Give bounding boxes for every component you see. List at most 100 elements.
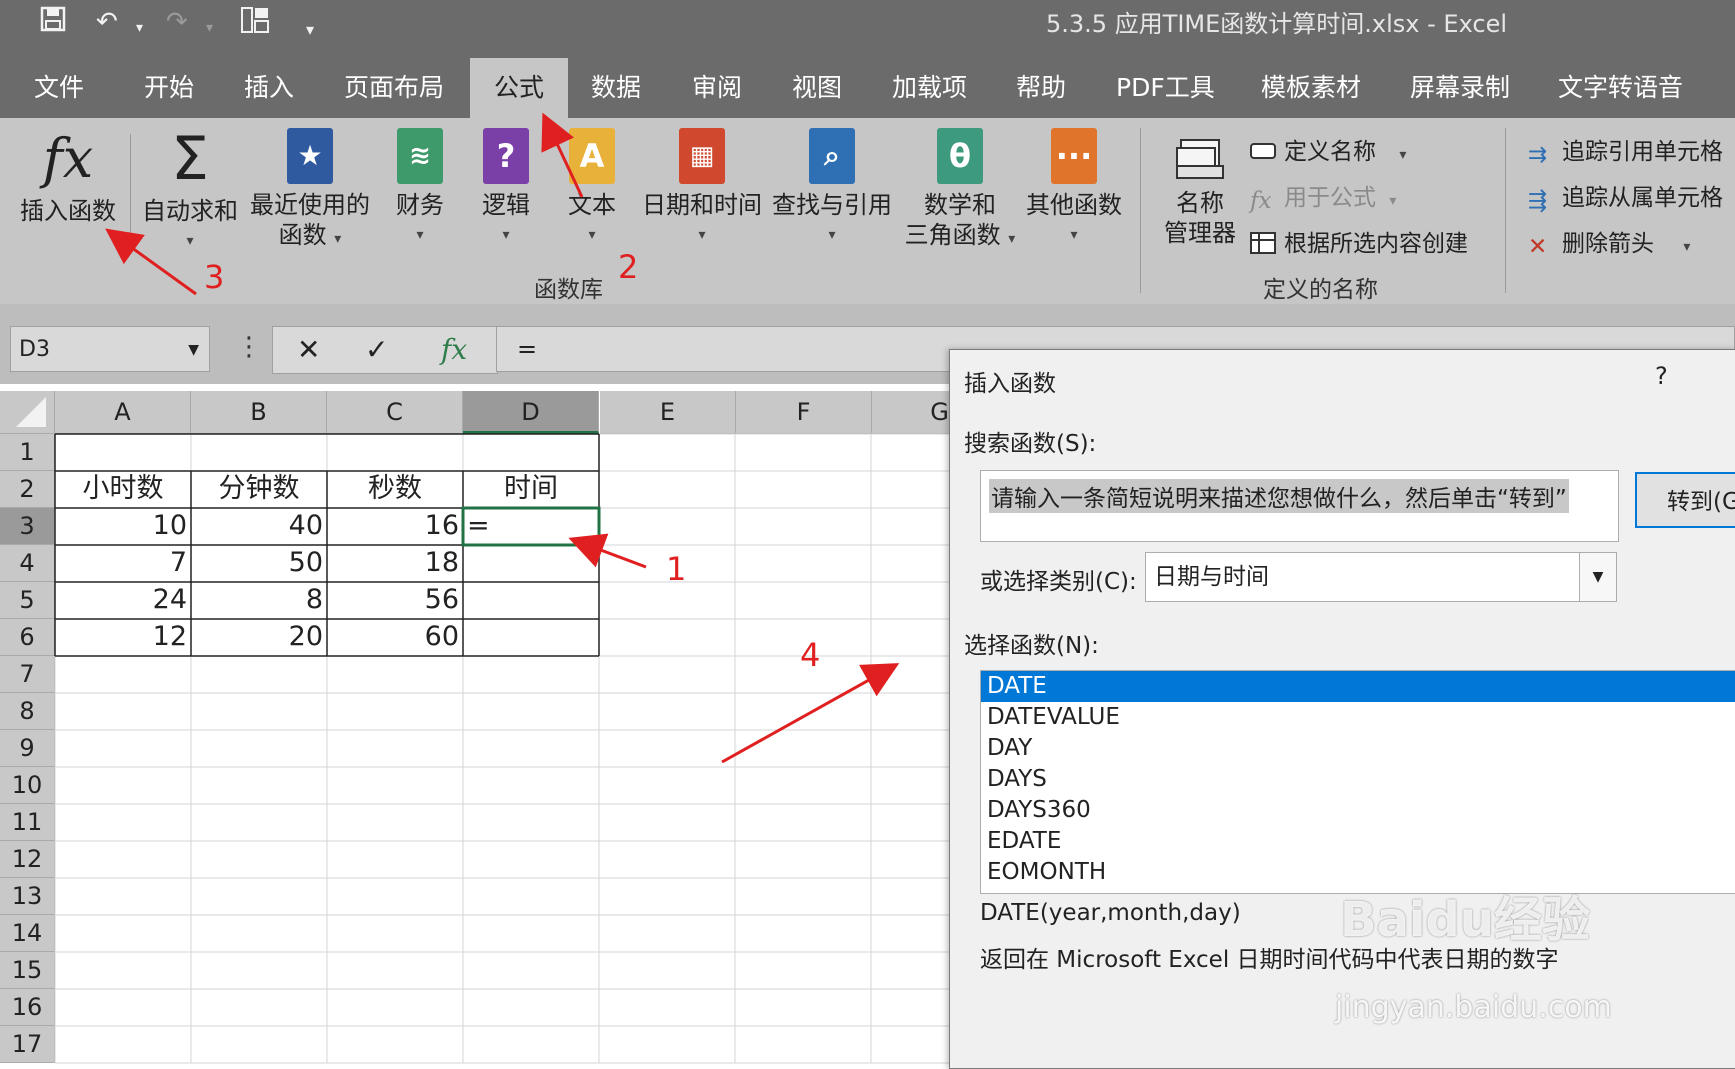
help-button[interactable]: ? — [1655, 362, 1668, 390]
calendar-book-icon: ▦ — [679, 128, 725, 184]
autosum-label: 自动求和 — [142, 197, 238, 225]
tab-help[interactable]: 帮助 — [1016, 68, 1066, 118]
more-functions-button[interactable]: ··· 其他函数 ▾ — [1024, 128, 1124, 250]
header-cell[interactable]: 时间 — [463, 471, 599, 508]
function-list-item[interactable]: DAYS360 — [981, 795, 1735, 826]
chevron-down-icon: ▾ — [828, 227, 836, 243]
active-cell-d3[interactable]: = — [463, 508, 599, 545]
layout-icon[interactable] — [240, 6, 270, 42]
table-cell[interactable]: 7 — [55, 545, 191, 582]
remove-arrows-button[interactable]: ✕ 删除箭头 ▾ — [1528, 224, 1691, 260]
function-list-item[interactable]: DATE — [981, 671, 1735, 702]
name-manager-button[interactable]: 名称 管理器 — [1160, 136, 1240, 248]
table-cell[interactable]: 10 — [55, 508, 191, 545]
other-label: 其他函数 — [1026, 191, 1122, 219]
function-list-item[interactable]: DAY — [981, 733, 1735, 764]
cancel-icon[interactable]: ✕ — [297, 333, 320, 366]
chevron-down-icon[interactable]: ▼ — [188, 327, 199, 373]
more-options-icon[interactable]: ⋮ — [236, 332, 262, 362]
tab-view[interactable]: 视图 — [792, 68, 842, 118]
math-trig-button[interactable]: θ 数学和 三角函数 ▾ — [900, 128, 1020, 254]
tab-home[interactable]: 开始 — [144, 68, 194, 118]
header-cell[interactable]: 分钟数 — [191, 471, 327, 508]
table-cell[interactable]: 8 — [191, 582, 327, 619]
tab-templates[interactable]: 模板素材 — [1261, 68, 1361, 118]
fx-icon: fx — [42, 127, 94, 190]
redo-dropdown-icon[interactable]: ▾ — [206, 12, 213, 44]
logical-label: 逻辑 — [482, 191, 530, 219]
function-list-item[interactable]: EDATE — [981, 826, 1735, 857]
customize-toolbar-icon[interactable]: ▾ — [306, 14, 314, 46]
formula-buttons: ✕ ✓ fx — [272, 326, 498, 374]
tab-data[interactable]: 数据 — [591, 68, 641, 118]
category-label: 或选择类别(C): — [980, 569, 1137, 595]
category-select[interactable]: 日期与时间 ▼ — [1145, 552, 1617, 602]
tab-pdf-tools[interactable]: PDF工具 — [1116, 68, 1215, 118]
table-cell[interactable]: 56 — [327, 582, 463, 619]
table-cell[interactable]: 50 — [191, 545, 327, 582]
undo-dropdown-icon[interactable]: ▾ — [136, 12, 143, 44]
star-book-icon: ★ — [287, 128, 333, 184]
table-cell[interactable]: 40 — [191, 508, 327, 545]
header-cell[interactable]: 小时数 — [55, 471, 191, 508]
tab-text-to-speech[interactable]: 文字转语音 — [1558, 68, 1683, 118]
recent-label-1: 最近使用的 — [250, 191, 370, 219]
goto-button[interactable]: 转到(G — [1635, 472, 1735, 528]
table-cell[interactable]: 12 — [55, 619, 191, 656]
tab-addins[interactable]: 加载项 — [892, 68, 967, 118]
redo-icon[interactable]: ↷ — [166, 6, 188, 38]
lookup-button[interactable]: ⌕ 查找与引用 ▾ — [770, 128, 894, 250]
tab-formulas[interactable]: 公式 — [470, 58, 569, 118]
use-in-formula-button[interactable]: fx 用于公式 ▾ — [1250, 178, 1396, 214]
table-cell[interactable] — [463, 545, 599, 582]
chevron-down-icon: ▾ — [1683, 239, 1691, 255]
search-function-input[interactable]: 请输入一条简短说明来描述您想做什么，然后单击“转到” — [980, 470, 1619, 542]
financial-button[interactable]: ≋ 财务 ▾ — [388, 128, 452, 250]
defined-names-label: 定义的名称 — [1263, 277, 1378, 303]
table-cell[interactable]: 24 — [55, 582, 191, 619]
table-cell[interactable] — [463, 619, 599, 656]
tab-review[interactable]: 审阅 — [692, 68, 742, 118]
table-cell[interactable] — [463, 582, 599, 619]
table-cell[interactable]: 16 — [327, 508, 463, 545]
enter-check-icon[interactable]: ✓ — [365, 333, 388, 366]
function-list-item[interactable]: DAYS — [981, 764, 1735, 795]
table-cell[interactable]: 18 — [327, 545, 463, 582]
tab-file[interactable]: 文件 — [34, 68, 84, 118]
tab-screen-record[interactable]: 屏幕录制 — [1410, 68, 1510, 118]
autosum-button[interactable]: Σ 自动求和 ▾ — [142, 128, 238, 256]
theta-book-icon: θ — [937, 128, 983, 184]
tab-page-layout[interactable]: 页面布局 — [344, 68, 444, 118]
function-list-item[interactable]: DATEVALUE — [981, 702, 1735, 733]
math-label-1: 数学和 — [924, 191, 996, 219]
annotation-number-1: 1 — [666, 550, 687, 588]
table-cell[interactable]: 20 — [191, 619, 327, 656]
logical-button[interactable]: ? 逻辑 ▾ — [474, 128, 538, 250]
insert-function-button[interactable]: fx 插入函数 — [18, 128, 118, 226]
lookup-label: 查找与引用 — [772, 191, 892, 219]
create-from-selection-button[interactable]: 根据所选内容创建 — [1250, 224, 1468, 258]
question-book-icon: ? — [483, 128, 529, 184]
text-label: 文本 — [568, 191, 616, 219]
ribbon-separator — [1505, 128, 1506, 293]
trace-dependents-icon: ⇶ — [1528, 188, 1548, 214]
save-icon[interactable] — [40, 6, 66, 40]
trace-precedents-button[interactable]: ⇉ 追踪引用单元格 — [1528, 132, 1723, 168]
text-button[interactable]: A 文本 ▾ — [560, 128, 624, 250]
define-name-button[interactable]: 定义名称 ▾ — [1250, 132, 1406, 166]
function-list[interactable]: DATE DATEVALUE DAY DAYS DAYS360 EDATE EOMONTH — [980, 670, 1735, 894]
tab-insert[interactable]: 插入 — [244, 68, 294, 118]
coins-book-icon: ≋ — [397, 128, 443, 184]
recent-functions-button[interactable]: ★ 最近使用的 函数 ▾ — [248, 128, 372, 254]
name-box[interactable]: D3 ▼ — [10, 326, 210, 372]
datetime-button[interactable]: ▦ 日期和时间 ▾ — [640, 128, 764, 250]
trace-dependents-button[interactable]: ⇶ 追踪从属单元格 — [1528, 178, 1723, 214]
name-box-value: D3 — [19, 337, 50, 362]
insert-function-fx-icon[interactable]: fx — [441, 333, 467, 366]
remove-arrows-label: 删除箭头 — [1562, 231, 1654, 257]
undo-icon[interactable]: ↶ — [96, 6, 118, 38]
table-cell[interactable]: 60 — [327, 619, 463, 656]
chevron-down-icon[interactable]: ▼ — [1579, 553, 1616, 601]
sigma-icon: Σ — [171, 124, 209, 194]
header-cell[interactable]: 秒数 — [327, 471, 463, 508]
